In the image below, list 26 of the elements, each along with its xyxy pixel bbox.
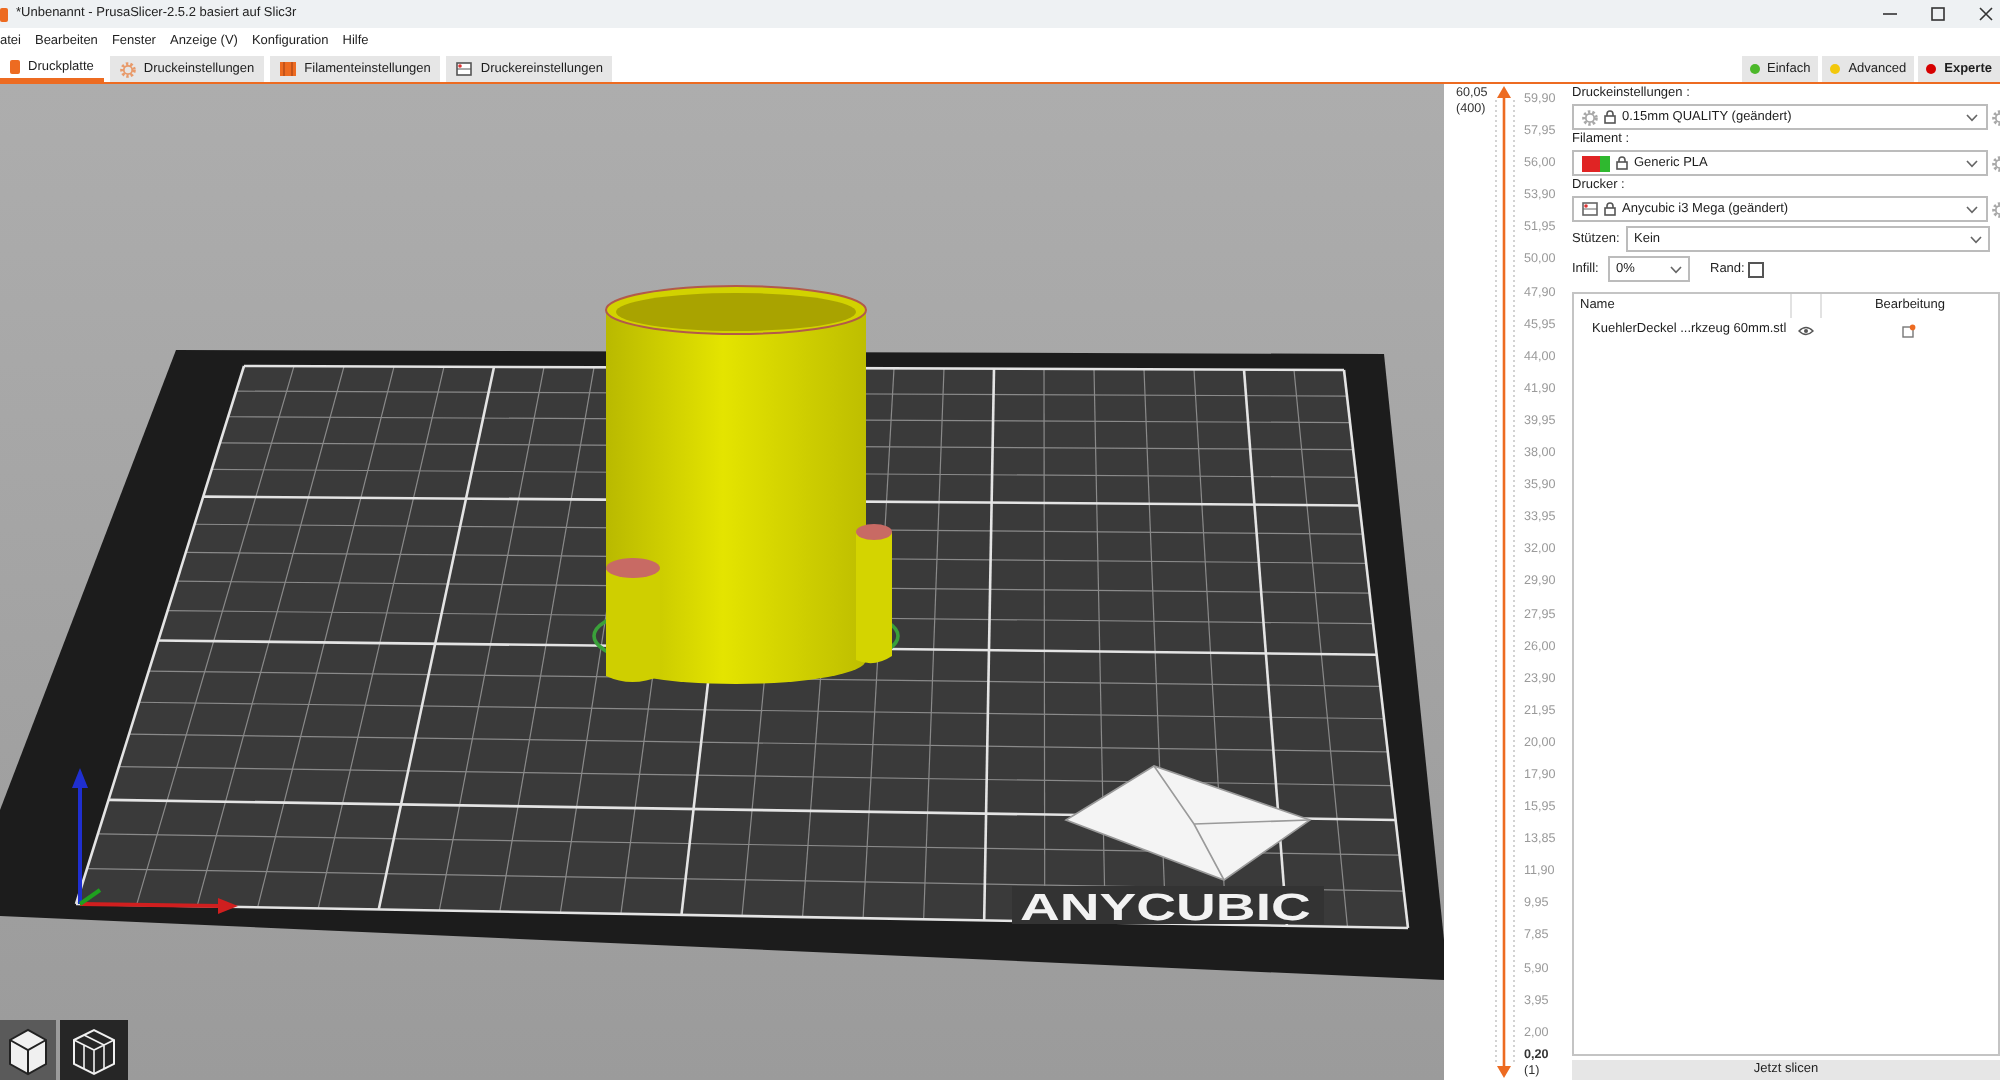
cube-icon[interactable] [0, 1020, 56, 1080]
color-swatch-icon [1582, 155, 1610, 171]
printer-icon [456, 62, 473, 76]
lower-thumb[interactable] [1497, 1066, 1511, 1078]
cube-icon[interactable] [60, 1020, 128, 1080]
lock-icon [1604, 202, 1616, 216]
lock-icon [1604, 110, 1616, 124]
gear-icon [1582, 109, 1598, 125]
square-icon [10, 60, 20, 74]
chevron-icon [1966, 159, 1978, 167]
spool-icon [280, 62, 297, 76]
maximize-icon[interactable] [1930, 6, 1946, 22]
lock-icon [1616, 156, 1628, 170]
close-icon[interactable] [1978, 6, 1994, 22]
app-icon [0, 7, 8, 21]
layer-slider-track[interactable] [1494, 84, 1518, 1080]
chevron-icon [1966, 113, 1978, 121]
chevron-icon [1670, 265, 1682, 273]
eye-icon[interactable] [1797, 325, 1813, 335]
chevron-icon [1966, 205, 1978, 213]
chevron-icon [1970, 235, 1982, 243]
gear-icon [119, 61, 136, 77]
brim-checkbox[interactable] [1748, 261, 1765, 277]
bed-logo-text: ANYCUBIC [1020, 887, 1311, 930]
edit-icon[interactable] [1902, 323, 1916, 337]
printer-icon [1582, 202, 1598, 216]
